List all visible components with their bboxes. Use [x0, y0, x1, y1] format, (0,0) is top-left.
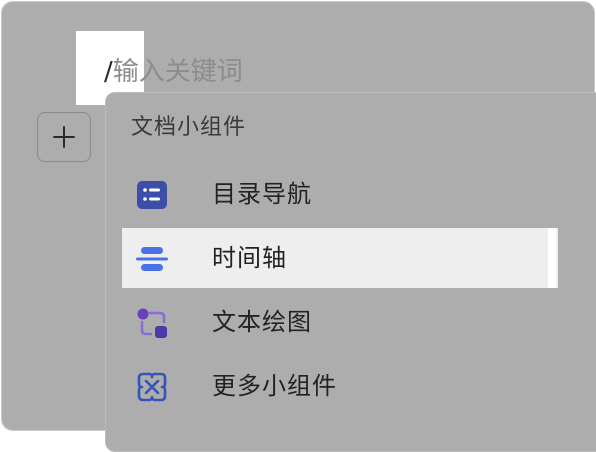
- plus-icon: [53, 126, 75, 148]
- add-block-button[interactable]: [37, 112, 91, 162]
- menu-section-title: 文档小组件: [131, 115, 247, 140]
- menu-item-timeline[interactable]: 时间轴: [122, 228, 558, 288]
- menu-item-label: 时间轴: [212, 244, 287, 272]
- search-placeholder: 输入关键词: [112, 57, 243, 87]
- toc-list-icon: [134, 178, 170, 212]
- menu-item-more-widgets[interactable]: 更多小组件: [122, 356, 558, 416]
- menu-item-label: 目录导航: [212, 180, 312, 208]
- more-widgets-icon: [134, 370, 170, 404]
- menu-item-text-diagram[interactable]: 文本绘图: [122, 292, 558, 352]
- menu-item-label: 更多小组件: [212, 372, 337, 400]
- timeline-icon: [134, 242, 170, 276]
- menu-item-label: 文本绘图: [212, 308, 312, 336]
- slash-command-input[interactable]: / 输入关键词: [104, 52, 243, 92]
- menu-item-toc[interactable]: 目录导航: [122, 164, 558, 224]
- selection-edge: [548, 228, 556, 288]
- slash-character: /: [104, 57, 113, 87]
- text-diagram-icon: [134, 306, 170, 340]
